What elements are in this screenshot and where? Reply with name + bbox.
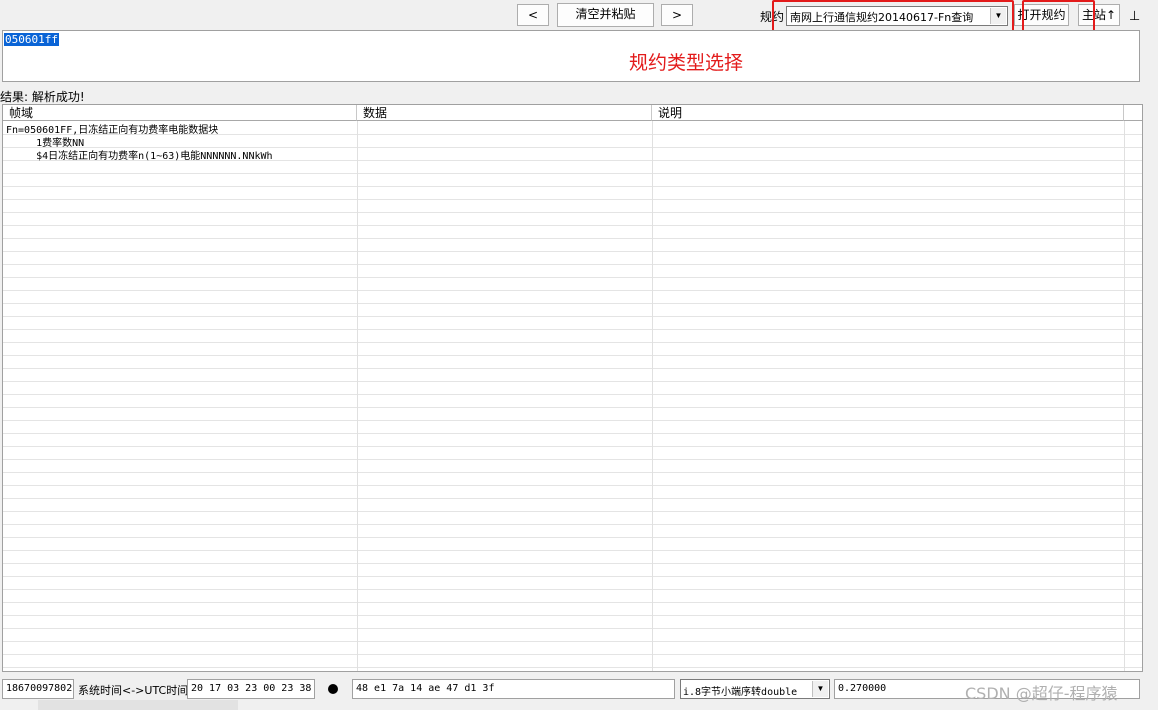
result-text: 结果: 解析成功! bbox=[0, 90, 85, 104]
table-row[interactable]: $4日冻结正向有功费率n(1~63)电能NNNNNN.NNkWh bbox=[6, 150, 272, 163]
annotation-text: 规约类型选择 bbox=[629, 52, 744, 74]
conversion-mode-value: i.8字节小端序转double bbox=[683, 687, 798, 698]
hex-bytes-field[interactable]: 48 e1 7a 14 ae 47 d1 3f bbox=[352, 679, 675, 699]
watermark: CSDN @超仔-程序猿 bbox=[965, 684, 1118, 703]
frame-input-area[interactable]: 050601ff bbox=[2, 30, 1140, 82]
pin-button[interactable]: ⊥ bbox=[1129, 8, 1140, 24]
column-header-filler bbox=[1124, 105, 1142, 121]
result-table[interactable]: 帧域 数据 说明 Fn=050601FF,日冻结正向有功费率电能数据块 1费率数… bbox=[2, 104, 1143, 672]
clear-paste-button[interactable]: 清空并粘贴 bbox=[557, 3, 654, 27]
table-row[interactable]: Fn=050601FF,日冻结正向有功费率电能数据块 bbox=[6, 124, 218, 137]
chevron-down-icon[interactable]: ▼ bbox=[812, 681, 828, 697]
prev-button[interactable]: < bbox=[517, 4, 549, 26]
time-value-field[interactable]: 20 17 03 23 00 23 38 bbox=[187, 679, 315, 699]
column-header-frame[interactable]: 帧域 bbox=[3, 105, 357, 121]
column-divider bbox=[357, 121, 358, 671]
record-dot-icon[interactable] bbox=[328, 684, 338, 694]
background-window-strip bbox=[38, 700, 238, 710]
conversion-mode-select[interactable]: i.8字节小端序转double ▼ bbox=[680, 679, 830, 699]
frame-input-text: 050601ff bbox=[4, 33, 59, 46]
table-row[interactable]: 1费率数NN bbox=[6, 137, 84, 150]
next-button[interactable]: > bbox=[661, 4, 693, 26]
column-divider bbox=[1124, 121, 1125, 671]
column-header-data[interactable]: 数据 bbox=[357, 105, 652, 121]
column-header-description[interactable]: 说明 bbox=[652, 105, 1124, 121]
address-field[interactable]: 18670097802 bbox=[2, 679, 74, 699]
column-divider bbox=[652, 121, 653, 671]
time-conversion-label: 系统时间<->UTC时间 bbox=[78, 684, 189, 697]
